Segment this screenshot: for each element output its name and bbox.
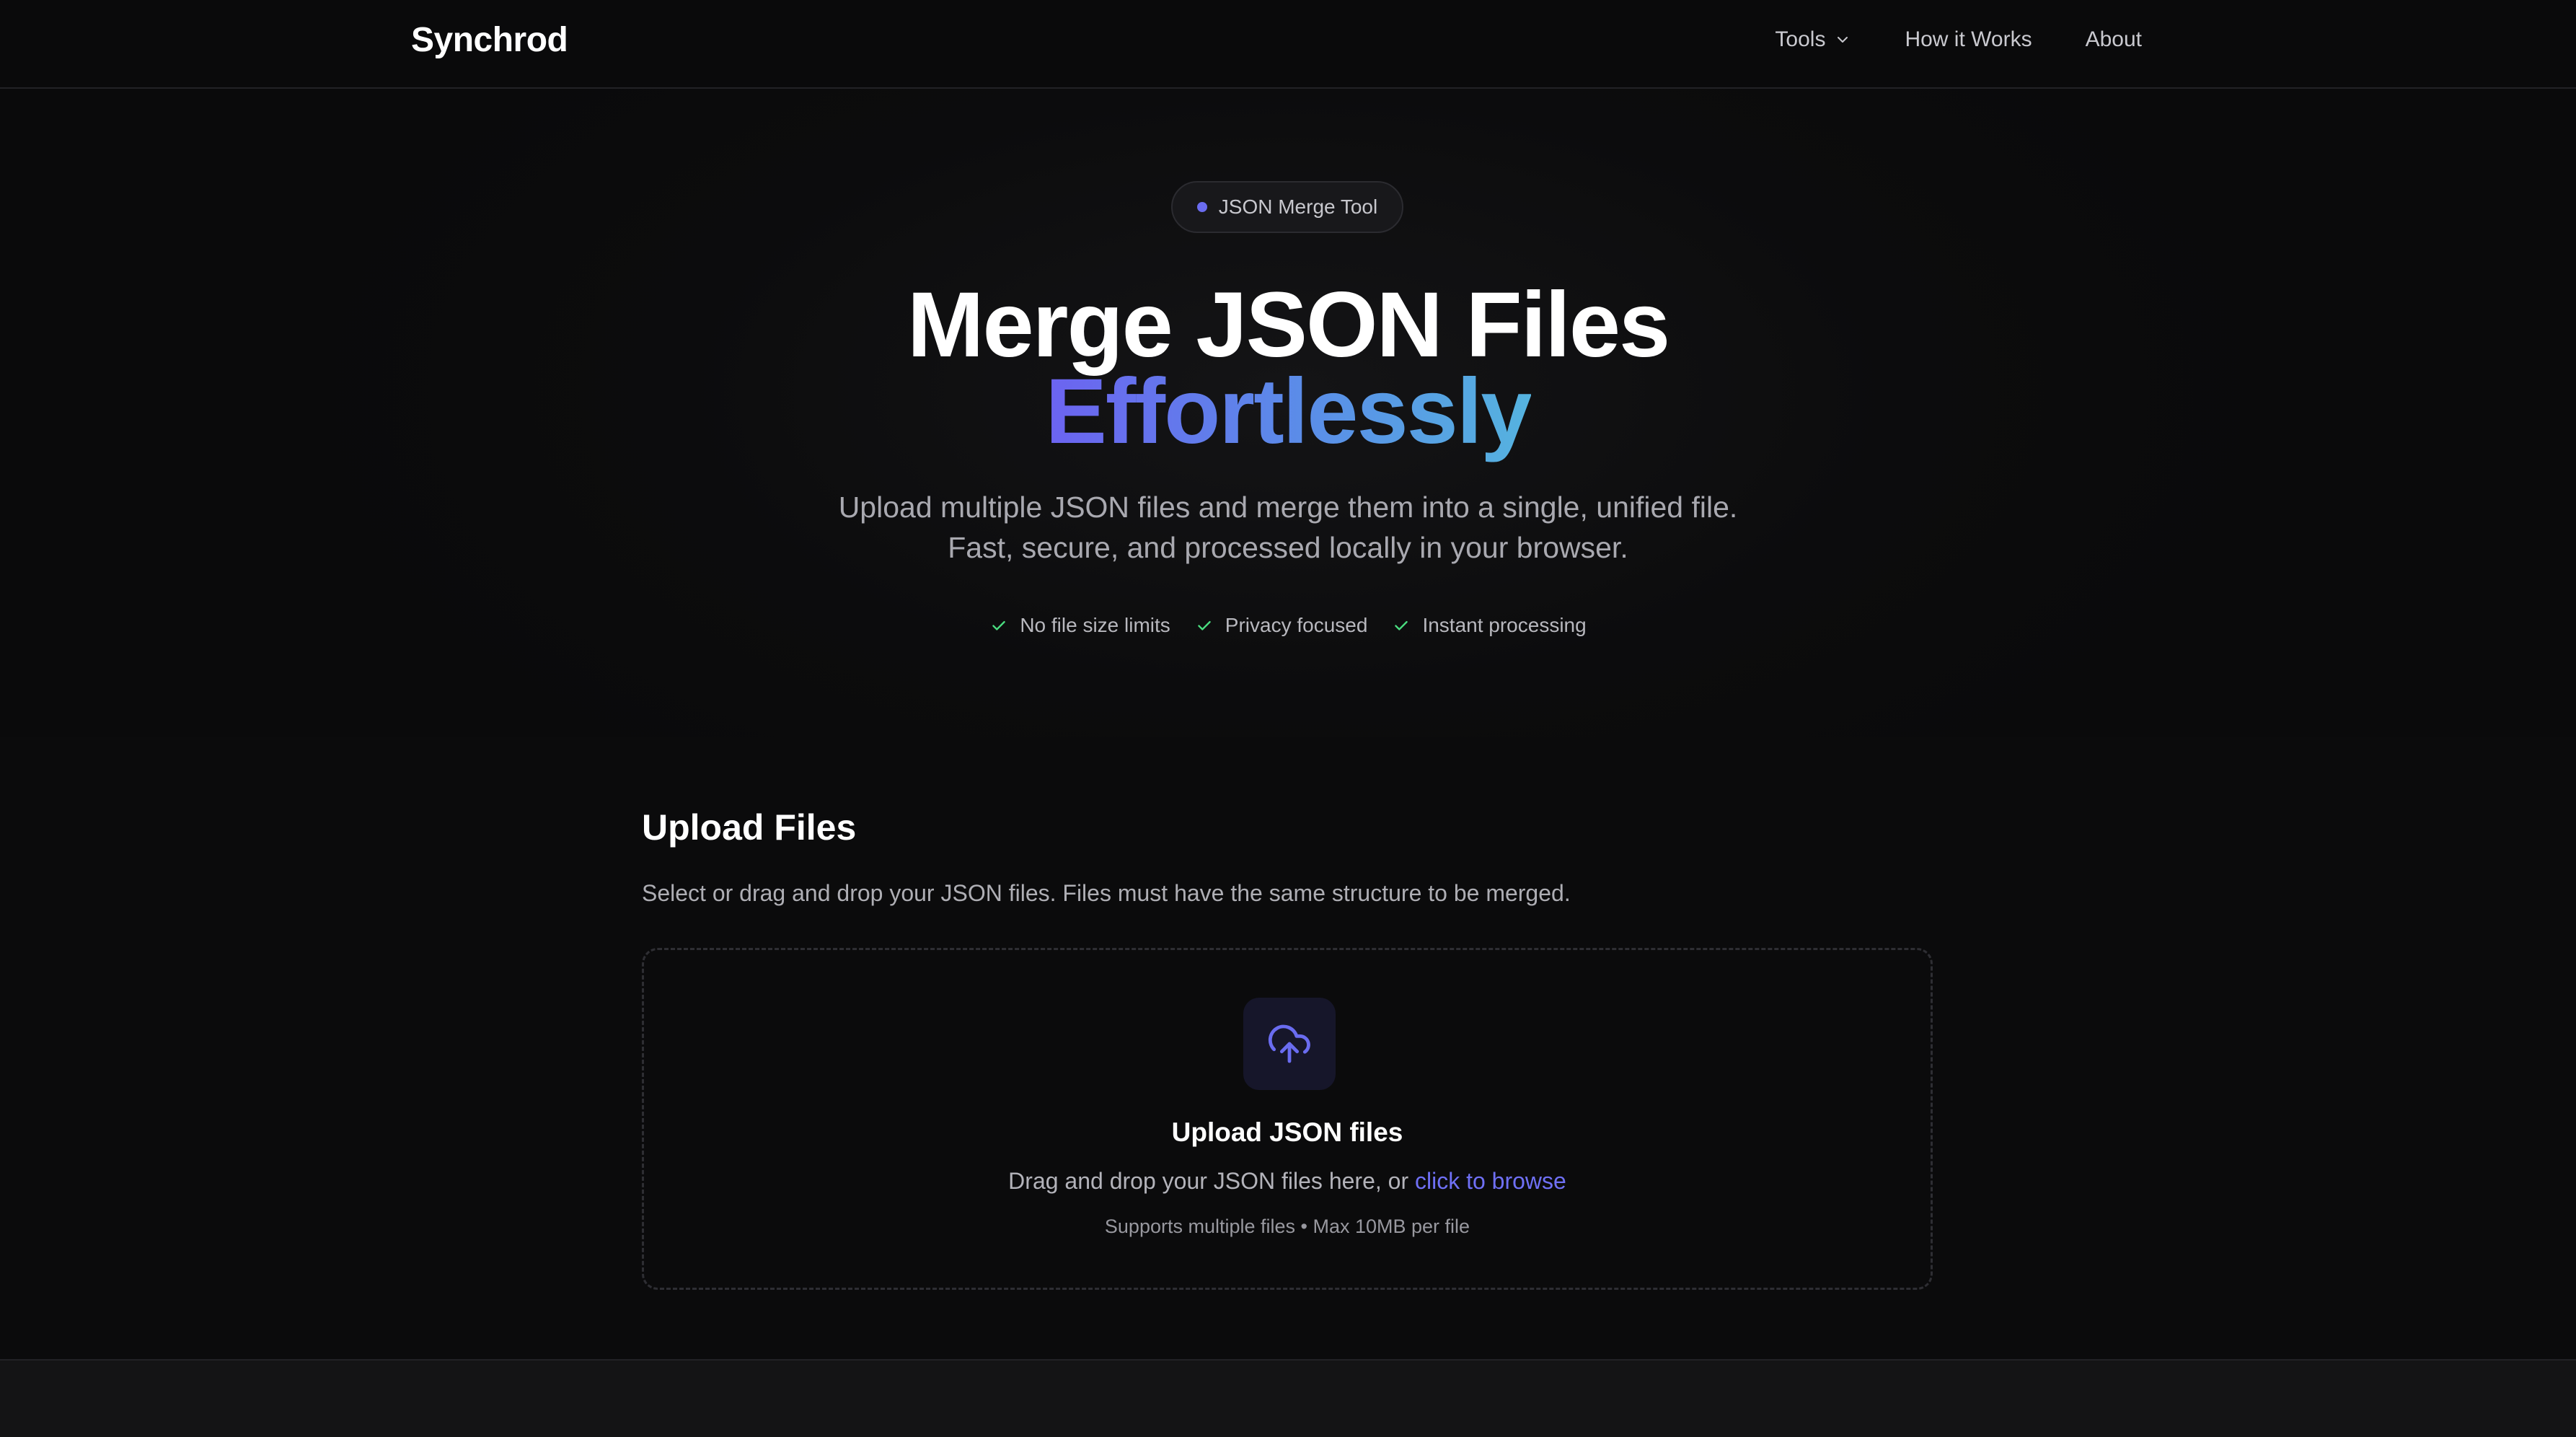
file-dropzone[interactable]: Upload JSON files Drag and drop your JSO…	[642, 948, 1933, 1290]
nav-tools-dropdown[interactable]: Tools	[1775, 27, 1851, 52]
badge-dot-icon	[1196, 202, 1207, 212]
feature-item: No file size limits	[989, 614, 1170, 637]
brand-logo[interactable]: Synchrod	[411, 20, 568, 60]
feature-list: No file size limits Privacy focused Inst…	[0, 614, 2576, 637]
hero-subtitle: Upload multiple JSON files and merge the…	[0, 487, 2576, 568]
feature-label: Privacy focused	[1225, 614, 1368, 636]
footer	[0, 1359, 2576, 1437]
dropzone-note: Supports multiple files • Max 10MB per f…	[1104, 1216, 1470, 1237]
dropzone-title: Upload JSON files	[1171, 1117, 1403, 1147]
feature-label: Instant processing	[1422, 614, 1587, 636]
check-icon	[992, 620, 1006, 630]
hero-title-line2: Effortlessly	[0, 361, 2576, 462]
nav-how-it-works[interactable]: How it Works	[1905, 27, 2032, 52]
hero-subtitle-line2: Fast, secure, and processed locally in y…	[948, 531, 1628, 564]
nav-links: Tools How it Works About	[1775, 27, 2142, 52]
check-icon	[1198, 620, 1211, 630]
dropzone-instructions: Drag and drop your JSON files here, or c…	[644, 1168, 1931, 1195]
hero-title-gradient: Effortlessly	[1045, 360, 1532, 463]
nav-about[interactable]: About	[2086, 27, 2142, 52]
hero-section: JSON Merge Tool Merge JSON Files Effortl…	[0, 89, 2576, 737]
cloud-upload-icon	[1268, 1024, 1310, 1063]
badge-label: JSON Merge Tool	[1218, 195, 1378, 218]
upload-icon-container	[1243, 998, 1336, 1090]
chevron-down-icon	[1838, 37, 1848, 43]
check-icon	[1395, 620, 1408, 630]
dropzone-text: Drag and drop your JSON files here, or	[1008, 1168, 1409, 1194]
upload-section-title: Upload Files	[642, 807, 857, 848]
top-nav: Synchrod Tools How it Works About	[0, 0, 2576, 89]
tool-badge: JSON Merge Tool	[1171, 181, 1403, 233]
feature-item: Instant processing	[1392, 614, 1587, 637]
nav-tools-label: Tools	[1775, 27, 1826, 51]
hero-subtitle-line1: Upload multiple JSON files and merge the…	[838, 491, 1738, 524]
feature-label: No file size limits	[1020, 614, 1170, 636]
upload-section-description: Select or drag and drop your JSON files.…	[642, 880, 1571, 906]
browse-link[interactable]: click to browse	[1415, 1168, 1566, 1194]
feature-item: Privacy focused	[1195, 614, 1368, 637]
